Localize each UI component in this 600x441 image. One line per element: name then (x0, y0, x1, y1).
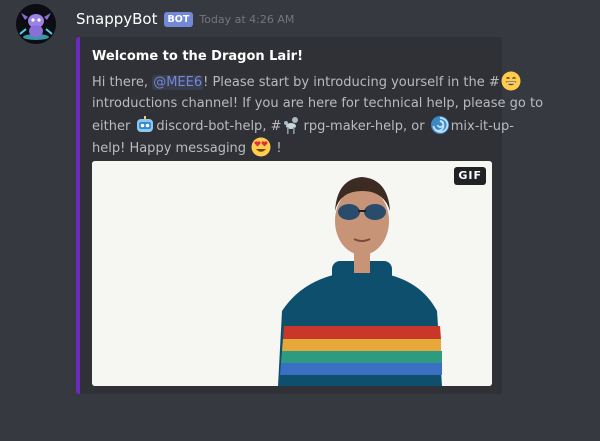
welcome-embed: Welcome to the Dragon Lair! Hi there, @M… (76, 37, 543, 394)
heart-eyes-emoji-icon (251, 137, 271, 157)
channel-link-mix-it-up-help[interactable]: mix-it-up- (451, 119, 514, 134)
grinning-face-emoji-icon (501, 71, 521, 91)
gif-badge: GIF (454, 167, 486, 185)
embed-gif[interactable]: GIF (92, 161, 492, 386)
author-avatar[interactable] (16, 4, 56, 44)
bot-badge: BOT (163, 11, 194, 27)
poodle-emoji-icon (284, 117, 299, 134)
desc-text: help! Happy messaging (92, 141, 251, 156)
channel-link-rpg-maker-help[interactable]: rpg-maker-help, or (303, 119, 428, 134)
desc-text: ! Please start by introducing yourself i… (203, 75, 500, 90)
desc-text: introductions channel! If you are here f… (92, 96, 544, 111)
cyclone-emoji-icon (430, 116, 449, 134)
desc-text: either (92, 119, 135, 134)
desc-text: Hi there, (92, 75, 153, 90)
author-name[interactable]: SnappyBot (76, 10, 158, 28)
embed-description: Hi there, @MEE6! Please start by introdu… (92, 71, 543, 159)
embed-title: Welcome to the Dragon Lair! (92, 49, 304, 64)
desc-text: ! (272, 141, 282, 156)
man-in-ski-jacket-gif-image (92, 161, 492, 386)
message-header: SnappyBot BOT Today at 4:26 AM (76, 9, 294, 29)
user-mention[interactable]: @MEE6 (152, 75, 204, 90)
message-timestamp[interactable]: Today at 4:26 AM (199, 13, 294, 26)
robot-emoji-icon (137, 116, 154, 132)
channel-link-discord-bot-help[interactable]: discord-bot-help, # (156, 119, 281, 134)
dragon-avatar-icon (16, 4, 56, 44)
